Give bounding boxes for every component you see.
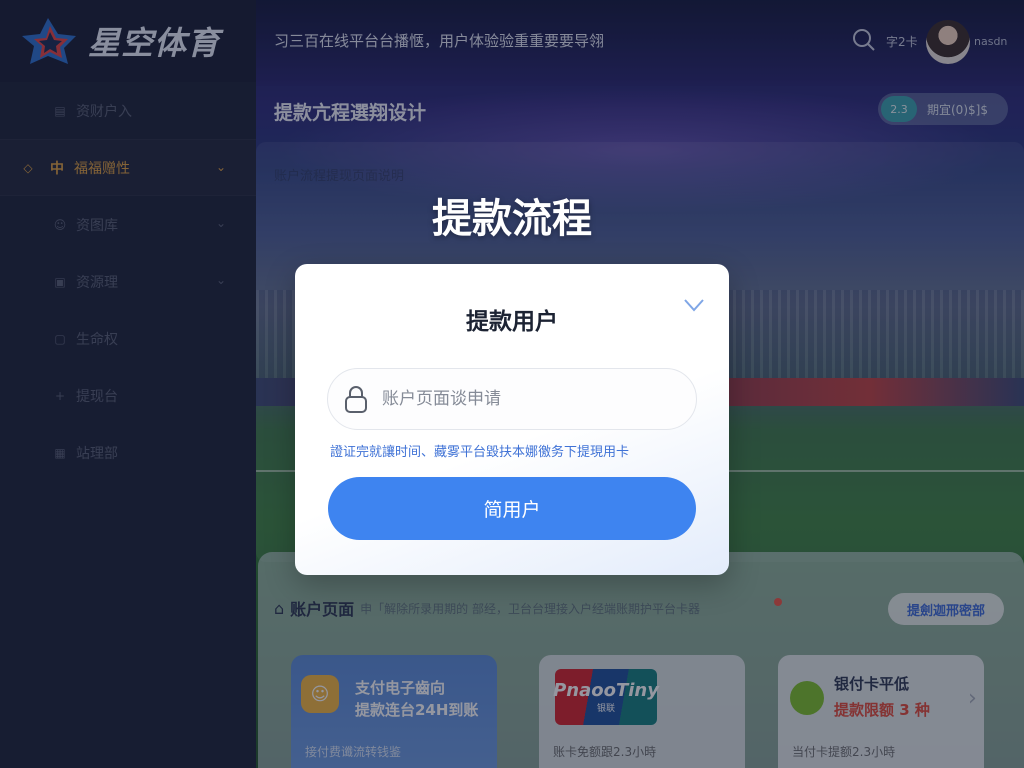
overlay-big-title: 提款流程	[432, 196, 592, 242]
submit-button[interactable]: 简用户	[328, 477, 696, 540]
account-field[interactable]	[327, 368, 697, 430]
modal-title: 提款用户	[466, 309, 558, 335]
lock-icon	[345, 386, 367, 413]
chevron-down-icon[interactable]	[681, 292, 707, 318]
modal-hint: 證证完就讓时间、藏雾平台毀扶本娜徼务下提現用卡	[330, 445, 630, 460]
account-input[interactable]	[382, 389, 682, 409]
app-root: 星空体育 ▤ 资财户入 ◇ 中 福福赠性 ⌄ ☺ 资图库 ⌄ ▣ 资源理 ⌄ ▢…	[0, 0, 1024, 768]
withdraw-modal: 提款用户 證证完就讓时间、藏雾平台毀扶本娜徼务下提現用卡 简用户	[295, 264, 729, 575]
